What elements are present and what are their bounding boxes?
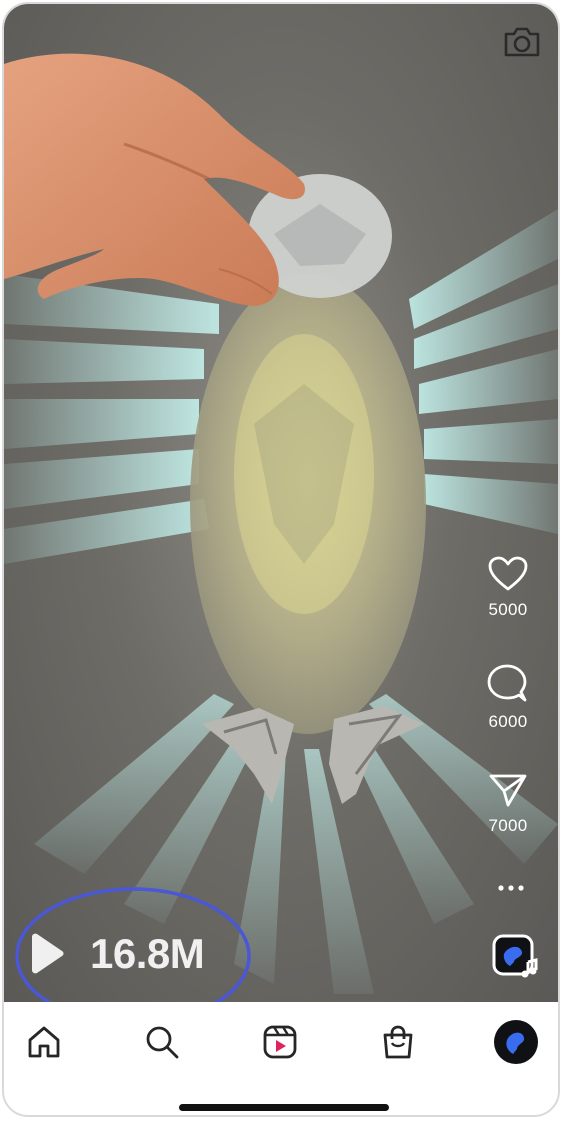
nav-reels[interactable]: [256, 1018, 304, 1066]
search-icon: [146, 1026, 179, 1059]
likes-count: 5000: [488, 600, 528, 619]
reel-video[interactable]: 5000 6000 7000 16.8M: [4, 4, 558, 1002]
original-audio-button[interactable]: [492, 932, 540, 980]
share-button[interactable]: 7000: [458, 772, 558, 836]
heart-icon: [488, 556, 528, 591]
more-options-button[interactable]: [494, 878, 528, 898]
bottom-nav: [4, 1002, 558, 1082]
shares-count: 7000: [488, 816, 528, 835]
view-count: 16.8M: [26, 926, 205, 982]
reels-icon: [263, 1025, 297, 1059]
shopping-bag-icon: [383, 1025, 413, 1059]
phone-frame: 5000 6000 7000 16.8M: [2, 2, 560, 1117]
comments-count: 6000: [488, 712, 528, 731]
home-icon: [28, 1026, 60, 1058]
video-frame-image: [4, 53, 558, 994]
play-icon: [32, 933, 64, 974]
camera-icon: [504, 27, 540, 57]
camera-button[interactable]: [502, 24, 542, 60]
more-dots-icon: [498, 885, 524, 891]
nav-search[interactable]: [138, 1018, 186, 1066]
comment-button[interactable]: 6000: [458, 664, 558, 732]
like-button[interactable]: 5000: [458, 556, 558, 620]
nav-profile[interactable]: [492, 1018, 540, 1066]
nav-shop[interactable]: [374, 1018, 422, 1066]
nav-home[interactable]: [20, 1018, 68, 1066]
original-audio-icon: [492, 934, 538, 978]
comment-icon: [487, 664, 527, 702]
home-indicator[interactable]: [179, 1104, 389, 1111]
views-count: 16.8M: [90, 930, 205, 977]
avatar: [494, 1020, 538, 1064]
paper-plane-icon: [489, 774, 527, 807]
